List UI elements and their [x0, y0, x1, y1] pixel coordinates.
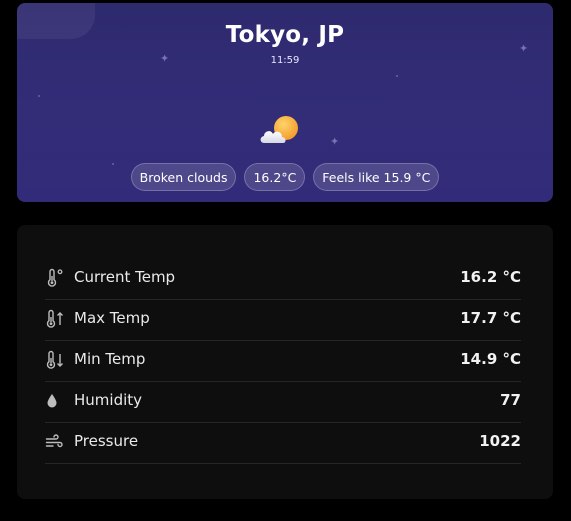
- wind-icon: [45, 434, 63, 448]
- detail-value: 16.2 °C: [460, 268, 521, 286]
- droplet-icon: [47, 394, 57, 408]
- sparkle-icon: ✦: [330, 135, 340, 148]
- condition-pill: Broken clouds: [130, 163, 237, 191]
- weather-summary-pills: Broken clouds 16.2°C Feels like 15.9 °C: [17, 163, 553, 191]
- temperature-pill: 16.2°C: [244, 163, 306, 191]
- detail-value: 1022: [479, 432, 521, 450]
- details-list: Current Temp 16.2 °C Max Temp 17.7 °C Mi…: [45, 259, 521, 464]
- detail-row-pressure: Pressure 1022: [45, 423, 521, 464]
- detail-row-current-temp: Current Temp 16.2 °C: [45, 259, 521, 300]
- city-name: Tokyo, JP: [225, 22, 345, 48]
- weather-details-card: Current Temp 16.2 °C Max Temp 17.7 °C Mi…: [17, 225, 553, 499]
- detail-label: Min Temp: [74, 350, 146, 368]
- partly-cloudy-sun-icon: [260, 116, 298, 143]
- detail-row-humidity: Humidity 77: [45, 382, 521, 423]
- weather-hero-card: ✦ ✦ ✦ Tokyo, JP 11:59 Broken clouds 16.2…: [17, 3, 553, 202]
- star-dot: [38, 95, 40, 97]
- thermometer-up-icon: [46, 309, 63, 328]
- detail-label: Humidity: [74, 391, 143, 409]
- detail-label: Pressure: [74, 432, 139, 450]
- thermometer-down-icon: [46, 350, 63, 369]
- detail-value: 14.9 °C: [460, 350, 521, 368]
- detail-label: Current Temp: [74, 268, 176, 286]
- star-dot: [396, 75, 398, 77]
- thermometer-icon: [47, 268, 63, 287]
- detail-value: 17.7 °C: [460, 309, 521, 327]
- detail-value: 77: [500, 391, 521, 409]
- feels-like-pill: Feels like 15.9 °C: [313, 163, 440, 191]
- detail-row-max-temp: Max Temp 17.7 °C: [45, 300, 521, 341]
- local-time: 11:59: [270, 55, 300, 66]
- detail-label: Max Temp: [74, 309, 150, 327]
- detail-row-min-temp: Min Temp 14.9 °C: [45, 341, 521, 382]
